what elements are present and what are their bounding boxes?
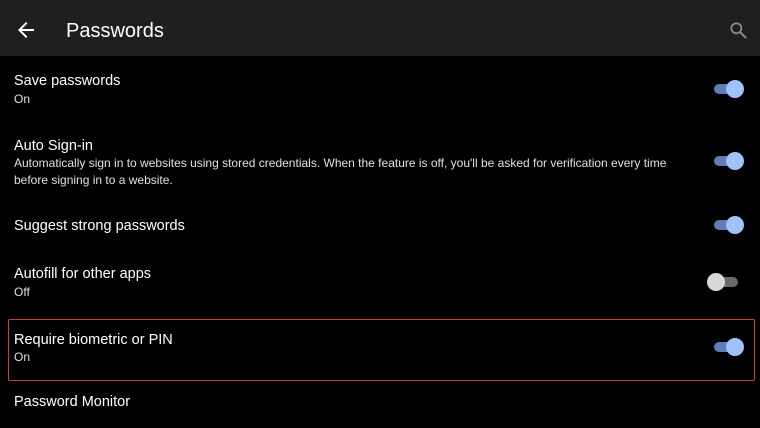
- setting-suggest-strong-passwords[interactable]: Suggest strong passwords: [0, 198, 760, 252]
- page-title: Passwords: [66, 20, 164, 42]
- auto-sign-in-toggle[interactable]: [712, 150, 744, 172]
- setting-password-monitor[interactable]: Password Monitor: [0, 381, 760, 428]
- setting-description: Automatically sign in to websites using …: [14, 156, 667, 187]
- toggle-thumb: [726, 216, 744, 234]
- setting-status: On: [14, 92, 31, 106]
- search-icon[interactable]: [728, 20, 748, 40]
- app-bar: Passwords: [0, 0, 760, 56]
- toggle-thumb: [726, 338, 744, 356]
- setting-status: Off: [14, 285, 30, 299]
- setting-save-passwords[interactable]: Save passwords On: [0, 56, 760, 122]
- setting-require-biometric-or-pin[interactable]: Require biometric or PIN On: [0, 319, 760, 381]
- setting-autofill-other-apps[interactable]: Autofill for other apps Off: [0, 252, 760, 318]
- require-biometric-toggle[interactable]: [712, 336, 744, 358]
- setting-status: On: [14, 350, 31, 364]
- setting-title: Auto Sign-in: [14, 138, 93, 154]
- save-passwords-toggle[interactable]: [712, 78, 744, 100]
- back-arrow-icon[interactable]: [14, 18, 38, 42]
- autofill-other-apps-toggle[interactable]: [707, 271, 742, 293]
- suggest-strong-passwords-toggle[interactable]: [712, 214, 744, 236]
- toggle-thumb: [707, 273, 725, 291]
- toggle-thumb: [726, 80, 744, 98]
- toggle-thumb: [726, 152, 744, 170]
- setting-auto-sign-in[interactable]: Auto Sign-in Automatically sign in to we…: [0, 122, 760, 198]
- setting-title: Suggest strong passwords: [14, 218, 185, 234]
- setting-title: Password Monitor: [14, 394, 131, 410]
- setting-title: Autofill for other apps: [14, 266, 152, 282]
- setting-title: Require biometric or PIN: [14, 332, 173, 348]
- setting-title: Save passwords: [14, 73, 121, 89]
